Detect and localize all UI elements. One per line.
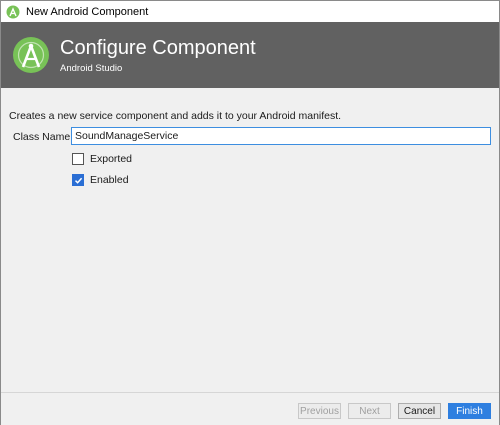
android-studio-logo-icon (13, 37, 49, 73)
title-bar: New Android Component (1, 1, 499, 22)
page-title: Configure Component (60, 36, 256, 59)
enabled-label: Enabled (90, 174, 129, 186)
new-component-dialog: New Android Component Configure Componen… (0, 0, 500, 425)
exported-label: Exported (90, 153, 133, 165)
android-studio-icon (6, 5, 20, 18)
window-title: New Android Component (26, 5, 149, 18)
exported-checkbox-row[interactable]: Exported (72, 153, 132, 165)
finish-button[interactable]: Finish (448, 403, 491, 419)
enabled-checkbox[interactable] (72, 174, 84, 186)
enabled-checkbox-row[interactable]: Enabled (72, 174, 129, 186)
class-name-label: Class Name: (13, 131, 74, 143)
previous-button[interactable]: Previous (298, 403, 341, 419)
checkmark-icon (74, 177, 82, 184)
page-subtitle: Android Studio (60, 62, 123, 74)
form-panel: Creates a new service component and adds… (1, 88, 499, 392)
exported-checkbox[interactable] (72, 153, 84, 165)
class-name-input[interactable] (71, 127, 491, 145)
description-text: Creates a new service component and adds… (9, 110, 342, 122)
next-button[interactable]: Next (348, 403, 391, 419)
cancel-button[interactable]: Cancel (398, 403, 441, 419)
wizard-header: Configure Component Android Studio (1, 22, 499, 88)
button-bar: Previous Next Cancel Finish (1, 392, 499, 425)
